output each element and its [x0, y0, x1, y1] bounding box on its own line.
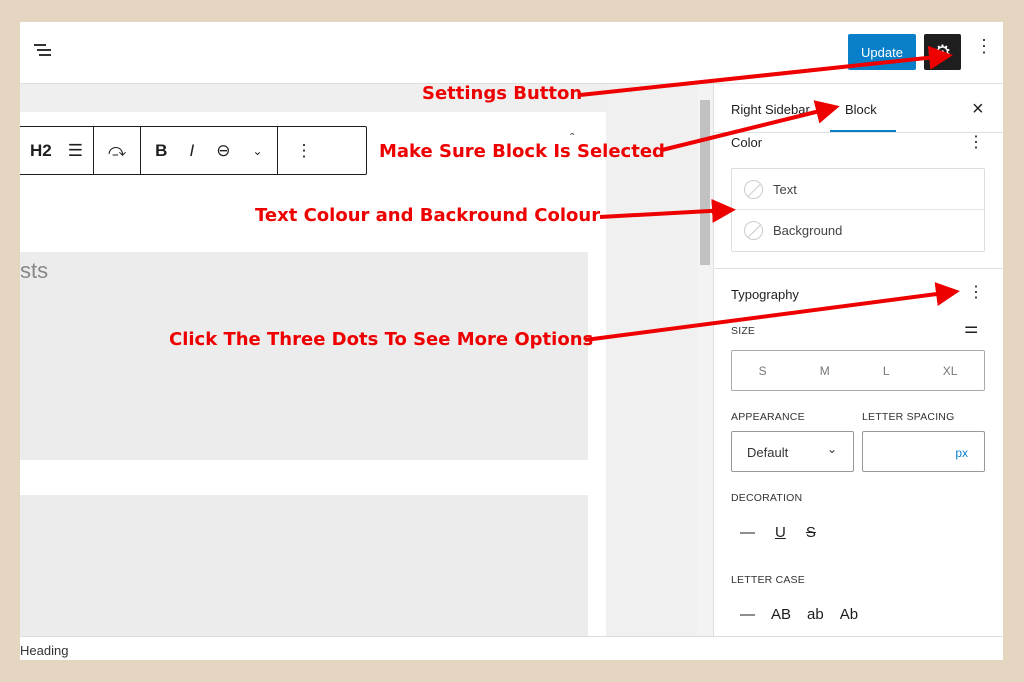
annotation-settings: Settings Button — [422, 83, 583, 104]
annotation-color: Text Colour and Backround Colour — [255, 205, 601, 226]
arrow-block — [661, 100, 840, 152]
arrow-color — [599, 198, 736, 223]
arrow-settings — [579, 45, 953, 97]
annotation-block: Make Sure Block Is Selected — [379, 141, 665, 162]
annotation-three-dots: Click The Three Dots To See More Options — [169, 329, 594, 350]
arrow-typography — [584, 282, 960, 342]
